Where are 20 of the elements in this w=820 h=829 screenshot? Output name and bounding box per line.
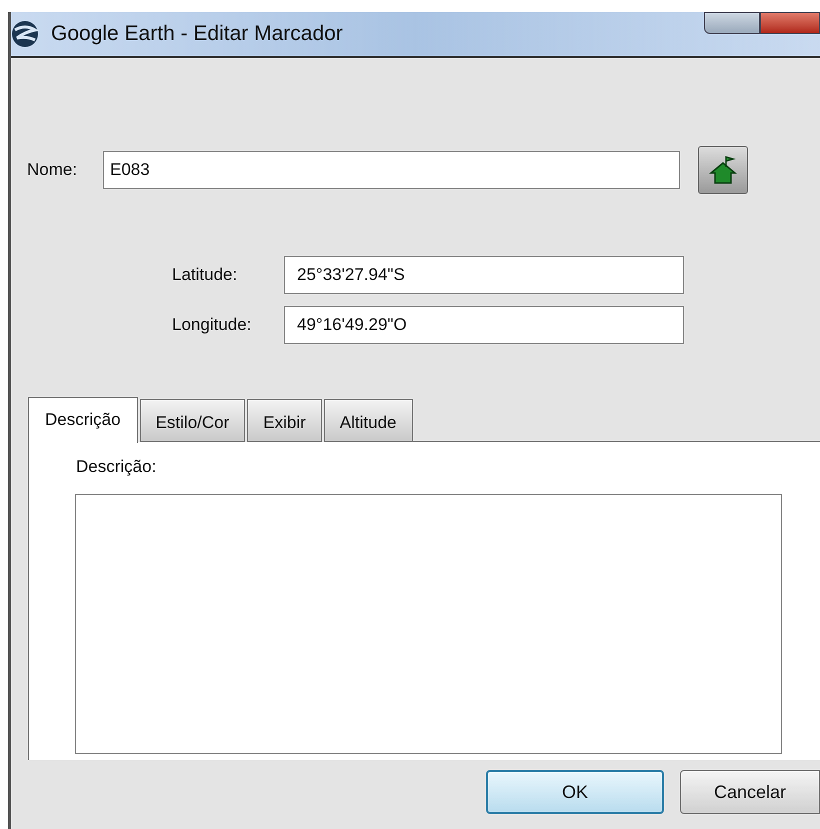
name-label: Nome: <box>27 159 78 182</box>
house-flag-icon <box>709 155 737 185</box>
coordinate-label: Longitude: <box>172 314 252 336</box>
description-field[interactable] <box>75 494 782 754</box>
tab[interactable]: Descrição <box>28 397 138 443</box>
ok-button[interactable]: OK <box>486 770 664 814</box>
coordinate-field[interactable]: 49°16'49.29"O <box>284 306 684 344</box>
cancel-button[interactable]: Cancelar <box>680 770 820 814</box>
coordinate-label: Latitude: <box>172 264 238 286</box>
name-field[interactable]: E083 <box>103 151 680 189</box>
description-label: Descrição: <box>76 456 158 478</box>
tab[interactable]: Altitude <box>324 399 412 442</box>
help-button[interactable] <box>704 12 760 34</box>
tab[interactable]: Exibir <box>247 399 322 442</box>
close-button[interactable] <box>760 12 820 34</box>
tab[interactable]: Estilo/Cor <box>140 399 246 442</box>
icon-picker-button[interactable] <box>698 146 748 194</box>
coordinate-field[interactable]: 25°33'27.94"S <box>284 256 684 294</box>
globe-icon <box>11 20 39 48</box>
window-title: Google Earth - Editar Marcador <box>51 21 343 48</box>
